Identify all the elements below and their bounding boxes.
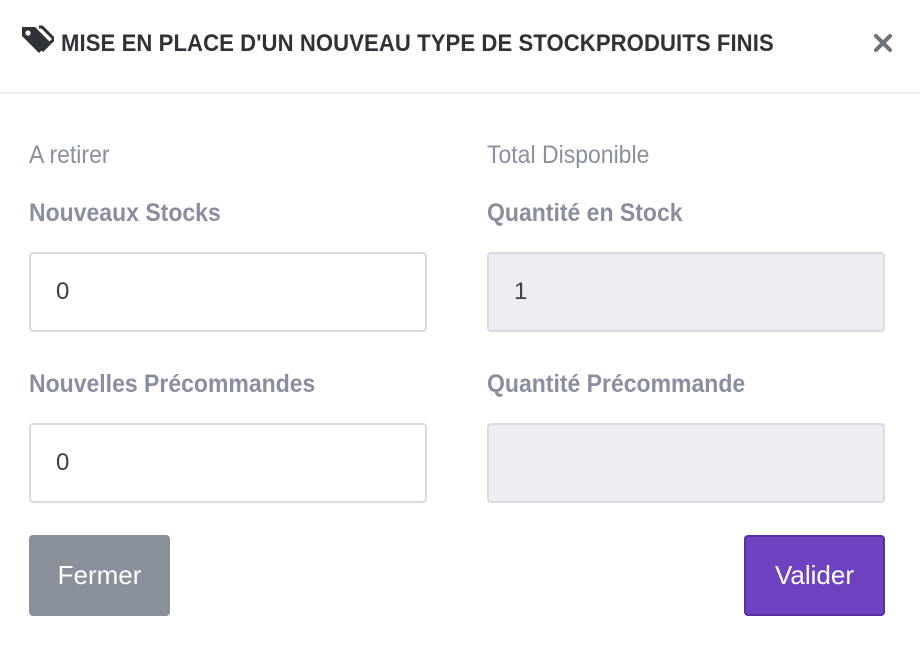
new-stocks-label: Nouveaux Stocks	[29, 199, 221, 227]
close-icon[interactable]	[872, 32, 894, 54]
preorder-quantity-label: Quantité Précommande	[487, 370, 746, 398]
close-button[interactable]: Fermer	[29, 535, 170, 616]
new-preorders-label: Nouvelles Précommandes	[29, 370, 316, 398]
modal-header: MISE EN PLACE D'UN NOUVEAU TYPE DE STOCK…	[0, 0, 920, 94]
modal-dialog: MISE EN PLACE D'UN NOUVEAU TYPE DE STOCK…	[0, 0, 920, 652]
preorder-quantity-input	[487, 423, 885, 503]
stock-quantity-label: Quantité en Stock	[487, 199, 683, 227]
section-label-available: Total Disponible	[487, 141, 650, 169]
validate-button[interactable]: Valider	[744, 535, 885, 616]
new-preorders-input[interactable]	[29, 423, 427, 503]
section-label-remove: A retirer	[29, 141, 110, 169]
stock-quantity-input	[487, 252, 885, 332]
tag-icon	[18, 25, 55, 57]
modal-title: MISE EN PLACE D'UN NOUVEAU TYPE DE STOCK…	[61, 30, 774, 57]
new-stocks-input[interactable]	[29, 252, 427, 332]
